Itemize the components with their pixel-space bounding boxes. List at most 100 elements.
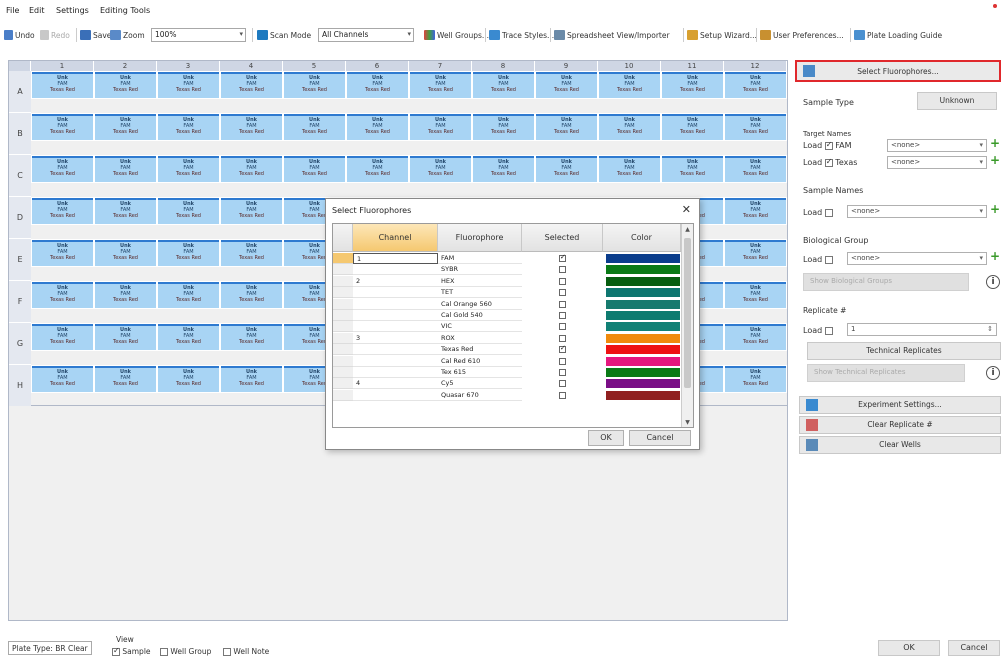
close-icon[interactable]: ✕ [682, 203, 691, 216]
cancel-button[interactable]: Cancel [948, 640, 1000, 656]
plate-well[interactable]: UnkFAMTexas Red [283, 155, 346, 183]
channel-cell[interactable] [353, 390, 438, 401]
view-sample-checkbox[interactable] [112, 646, 120, 656]
fluorophore-cell[interactable]: Texas Red [438, 344, 522, 356]
ok-button[interactable]: OK [878, 640, 940, 656]
plate-well[interactable]: UnkFAMTexas Red [724, 323, 787, 351]
fluorophore-cell[interactable]: VIC [438, 321, 522, 333]
plate-well[interactable]: UnkFAMTexas Red [31, 365, 94, 393]
table-row[interactable]: 4 Cy5 [333, 378, 681, 390]
plate-guide-button[interactable]: Plate Loading Guide [854, 28, 942, 42]
sample-load-checkbox[interactable] [824, 208, 833, 217]
plate-well[interactable]: UnkFAMTexas Red [157, 71, 220, 99]
dialog-ok-button[interactable]: OK [588, 430, 624, 446]
selected-checkbox[interactable] [559, 266, 566, 274]
plate-well[interactable]: UnkFAMTexas Red [598, 155, 661, 183]
sample-type-select[interactable]: Unknown [917, 92, 997, 110]
plate-well[interactable]: UnkFAMTexas Red [724, 281, 787, 309]
fluorophore-cell[interactable]: FAM [438, 253, 522, 264]
plate-well[interactable]: UnkFAMTexas Red [220, 365, 283, 393]
table-row[interactable]: 2 HEX [333, 275, 681, 287]
table-row[interactable]: SYBR [333, 264, 681, 276]
add-bio-group-icon[interactable]: + [990, 249, 1000, 263]
selected-checkbox[interactable] [559, 357, 566, 365]
plate-well[interactable]: UnkFAMTexas Red [472, 155, 535, 183]
plate-well[interactable]: UnkFAMTexas Red [220, 155, 283, 183]
row-selector[interactable] [333, 253, 353, 264]
column-header[interactable]: 3 [157, 61, 220, 71]
row-header[interactable]: H [9, 365, 31, 407]
menu-settings[interactable]: Settings [56, 6, 89, 15]
info-icon[interactable]: i [986, 275, 1000, 289]
column-header[interactable]: 9 [535, 61, 598, 71]
experiment-settings-button[interactable]: Experiment Settings... [799, 396, 1001, 414]
plate-well[interactable]: UnkFAMTexas Red [535, 155, 598, 183]
plate-well[interactable]: UnkFAMTexas Red [346, 113, 409, 141]
channel-cell[interactable] [353, 299, 438, 310]
header-channel[interactable]: Channel [353, 224, 438, 252]
table-row[interactable]: Cal Gold 540 [333, 310, 681, 321]
fluorophore-cell[interactable]: Cal Gold 540 [438, 310, 522, 321]
zoom-select[interactable]: 100% ▾ [151, 28, 246, 42]
well-groups-button[interactable]: Well Groups... [424, 28, 489, 42]
trace-styles-button[interactable]: Trace Styles... [489, 28, 554, 42]
plate-well[interactable]: UnkFAMTexas Red [472, 71, 535, 99]
zoom-button[interactable]: Zoom [110, 28, 145, 42]
color-swatch[interactable] [606, 345, 680, 355]
plate-well[interactable]: UnkFAMTexas Red [472, 113, 535, 141]
info-icon[interactable]: i [986, 366, 1000, 380]
scan-mode-select[interactable]: All Channels ▾ [318, 28, 414, 42]
save-button[interactable]: Save [80, 28, 111, 42]
table-row[interactable]: Cal Red 610 [333, 355, 681, 367]
view-well-group-checkbox[interactable] [160, 648, 168, 656]
channel-cell[interactable] [353, 264, 438, 276]
plate-well[interactable]: UnkFAMTexas Red [31, 239, 94, 267]
column-header[interactable]: 11 [661, 61, 724, 71]
color-swatch[interactable] [606, 368, 680, 377]
channel-cell[interactable]: 2 [353, 276, 438, 287]
selected-checkbox[interactable] [559, 369, 566, 376]
menu-edit[interactable]: Edit [29, 6, 45, 15]
fluorophore-cell[interactable]: ROX [438, 333, 522, 344]
row-header[interactable]: C [9, 155, 31, 197]
add-target2-icon[interactable]: + [990, 153, 1000, 167]
column-header[interactable]: 12 [724, 61, 787, 71]
channel-cell[interactable] [353, 310, 438, 321]
show-bio-groups-button[interactable]: Show Biological Groups [803, 273, 969, 291]
plate-well[interactable]: UnkFAMTexas Red [94, 239, 157, 267]
plate-well[interactable]: UnkFAMTexas Red [31, 71, 94, 99]
color-swatch[interactable] [606, 379, 680, 389]
plate-well[interactable]: UnkFAMTexas Red [157, 323, 220, 351]
column-header[interactable]: 10 [598, 61, 661, 71]
replicate-load-checkbox[interactable] [824, 326, 833, 335]
plate-well[interactable]: UnkFAMTexas Red [31, 281, 94, 309]
plate-well[interactable]: UnkFAMTexas Red [94, 113, 157, 141]
color-swatch[interactable] [606, 322, 680, 332]
column-header[interactable]: 7 [409, 61, 472, 71]
scroll-thumb[interactable] [684, 238, 691, 388]
column-header[interactable]: 6 [346, 61, 409, 71]
plate-well[interactable]: UnkFAMTexas Red [94, 323, 157, 351]
view-well-note-option[interactable]: Well Note [223, 647, 269, 656]
selected-checkbox[interactable] [559, 289, 566, 297]
table-row[interactable]: TET [333, 287, 681, 299]
plate-well[interactable]: UnkFAMTexas Red [220, 113, 283, 141]
plate-well[interactable]: UnkFAMTexas Red [724, 197, 787, 225]
plate-well[interactable]: UnkFAMTexas Red [283, 71, 346, 99]
plate-well[interactable]: UnkFAMTexas Red [157, 155, 220, 183]
selected-checkbox[interactable] [559, 344, 566, 354]
setup-wizard-button[interactable]: Setup Wizard... [687, 28, 757, 42]
selected-checkbox[interactable] [559, 323, 566, 331]
channel-cell[interactable] [353, 356, 438, 367]
target1-select[interactable]: <none> ▾ [887, 139, 987, 152]
plate-well[interactable]: UnkFAMTexas Red [598, 113, 661, 141]
plate-well[interactable]: UnkFAMTexas Red [94, 197, 157, 225]
row-selector[interactable] [333, 298, 353, 310]
fluorophore-cell[interactable]: Cal Red 610 [438, 356, 522, 367]
selected-checkbox[interactable] [559, 300, 566, 308]
row-header[interactable]: G [9, 323, 31, 365]
color-swatch[interactable] [606, 265, 680, 275]
row-selector[interactable] [333, 355, 353, 367]
add-target1-icon[interactable]: + [990, 136, 1000, 150]
menu-file[interactable]: File [6, 6, 19, 15]
